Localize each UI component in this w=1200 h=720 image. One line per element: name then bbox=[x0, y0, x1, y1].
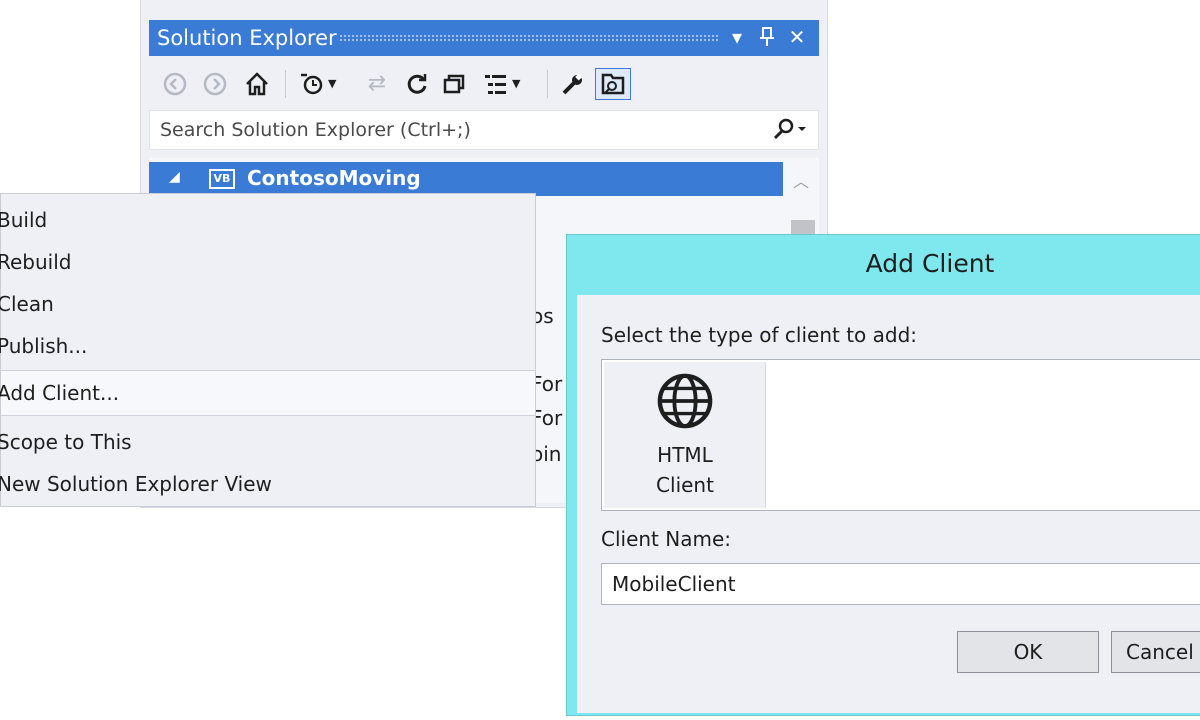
menu-item-build[interactable]: Build bbox=[0, 202, 535, 240]
menu-item-label: Publish... bbox=[0, 334, 88, 358]
vb-project-icon: VB bbox=[209, 169, 235, 189]
pin-icon[interactable] bbox=[753, 22, 781, 57]
tree-item-project[interactable]: ◢ VB ContosoMoving bbox=[149, 162, 783, 196]
toolbar-separator bbox=[285, 70, 286, 98]
menu-item-label: Clean bbox=[0, 292, 54, 316]
wrench-icon[interactable] bbox=[559, 68, 587, 100]
window-position-dropdown-icon[interactable]: ▾ bbox=[723, 22, 751, 52]
solution-explorer-titlebar: Solution Explorer ▾ ✕ bbox=[149, 20, 819, 56]
add-client-dialog: Add Client Select the type of client to … bbox=[566, 234, 1200, 716]
toolbar-separator bbox=[547, 70, 548, 98]
client-type-html[interactable]: HTML Client bbox=[604, 362, 766, 508]
solution-explorer-title: Solution Explorer bbox=[157, 26, 337, 50]
context-menu: Build Rebuild Clean Publish... Add Clien… bbox=[0, 193, 536, 507]
solution-explorer-toolbar: ▼ ⇄ ▼ bbox=[149, 60, 819, 108]
menu-item-label: Scope to This bbox=[0, 430, 132, 454]
refresh-icon[interactable] bbox=[403, 68, 431, 100]
client-name-label: Client Name: bbox=[601, 527, 731, 551]
menu-item-scope-to-this[interactable]: Scope to This bbox=[0, 424, 535, 462]
sync-with-active-document-icon[interactable]: ⇄ bbox=[363, 68, 391, 100]
search-placeholder: Search Solution Explorer (Ctrl+;) bbox=[160, 119, 471, 141]
dialog-title: Add Client bbox=[865, 249, 995, 278]
client-name-input[interactable] bbox=[601, 563, 1200, 605]
solution-explorer-search[interactable]: Search Solution Explorer (Ctrl+;) bbox=[149, 110, 819, 150]
client-type-label: Select the type of client to add: bbox=[601, 323, 918, 347]
preview-selected-items-icon[interactable] bbox=[595, 68, 631, 100]
menu-item-label: Add Client... bbox=[0, 381, 120, 405]
menu-item-label: Build bbox=[0, 208, 48, 232]
menu-item-clean[interactable]: Clean bbox=[0, 286, 535, 324]
pending-changes-filter-icon[interactable]: ▼ bbox=[299, 68, 351, 100]
client-type-caption: HTML Client bbox=[656, 443, 714, 497]
client-type-list: HTML Client bbox=[601, 359, 1200, 511]
project-name: ContosoMoving bbox=[247, 166, 421, 190]
scroll-up-icon[interactable]: ︿ bbox=[793, 168, 809, 192]
titlebar-grip bbox=[339, 34, 719, 42]
menu-item-add-client[interactable]: Add Client... bbox=[0, 370, 535, 416]
menu-item-publish[interactable]: Publish... bbox=[0, 328, 535, 366]
forward-icon[interactable] bbox=[201, 68, 229, 100]
back-icon[interactable] bbox=[161, 68, 189, 100]
search-icon[interactable] bbox=[772, 115, 808, 145]
home-icon[interactable] bbox=[241, 68, 273, 100]
close-icon[interactable]: ✕ bbox=[783, 22, 811, 52]
ok-button[interactable]: OK bbox=[957, 631, 1099, 673]
globe-icon bbox=[657, 373, 713, 429]
dialog-body: Select the type of client to add: HTML C… bbox=[577, 295, 1200, 713]
menu-item-label: Rebuild bbox=[0, 250, 72, 274]
properties-icon[interactable]: ▼ bbox=[483, 68, 535, 100]
expand-collapse-icon[interactable]: ◢ bbox=[169, 169, 180, 185]
cancel-button[interactable]: Cancel bbox=[1111, 631, 1200, 673]
collapse-all-icon[interactable] bbox=[441, 68, 471, 100]
menu-item-new-solution-explorer-view[interactable]: New Solution Explorer View bbox=[0, 466, 535, 504]
menu-item-label: New Solution Explorer View bbox=[0, 472, 272, 496]
menu-item-rebuild[interactable]: Rebuild bbox=[0, 244, 535, 282]
